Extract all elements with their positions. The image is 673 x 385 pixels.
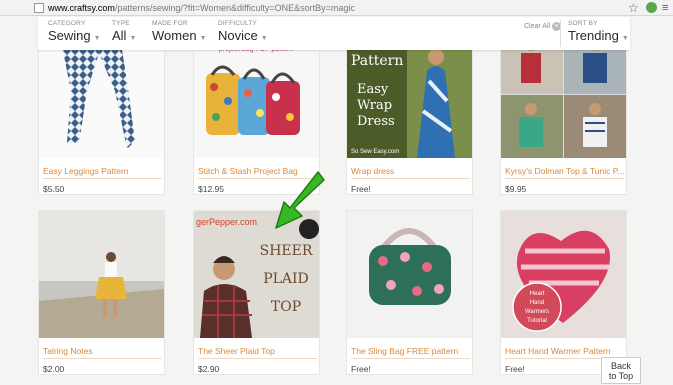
product-title[interactable]: Wrap dress xyxy=(351,166,470,176)
chevron-down-icon: ▼ xyxy=(129,35,137,42)
image-caption: Pattern xyxy=(351,53,403,69)
product-card[interactable]: Heart Hand Warmers Tutorial Heart Hand W… xyxy=(500,210,627,375)
product-title[interactable]: The Sheer Plaid Top xyxy=(198,346,317,356)
product-price: $5.50 xyxy=(43,184,65,194)
made-for-filter[interactable]: MADE FOR Women ▼ xyxy=(152,20,207,45)
product-image[interactable] xyxy=(39,211,164,338)
type-filter[interactable]: TYPE All ▼ xyxy=(112,20,136,45)
image-caption: Easy xyxy=(357,82,389,97)
image-caption: Warmers xyxy=(525,309,549,315)
bookmark-star-icon[interactable]: ☆ xyxy=(628,1,639,15)
browser-address-bar[interactable]: www.craftsy.com/patterns/sewing/?fit=Wom… xyxy=(0,0,673,16)
product-title[interactable]: The Sling Bag FREE pattern xyxy=(351,346,470,356)
image-caption: Hand xyxy=(530,300,544,306)
product-title[interactable]: Heart Hand Warmer Pattern xyxy=(505,346,624,356)
url-text[interactable]: www.craftsy.com/patterns/sewing/?fit=Wom… xyxy=(48,3,355,13)
product-image[interactable]: FREE Pattern Easy Wrap Dress So Sew Easy… xyxy=(347,31,472,158)
product-card[interactable]: Kyrsy's Dolman Top & Tunic P... $9.95 xyxy=(500,30,627,195)
image-caption: Heart xyxy=(530,291,545,297)
product-title[interactable]: Kyrsy's Dolman Top & Tunic P... xyxy=(505,166,624,176)
menu-icon[interactable]: ≡ xyxy=(662,2,668,14)
product-card[interactable]: FREE Pattern Easy Wrap Dress So Sew Easy… xyxy=(346,30,473,195)
chevron-down-icon: ▼ xyxy=(199,35,207,42)
product-card[interactable]: Easy Leggings Pattern $5.50 xyxy=(38,30,165,195)
chevron-down-icon: ▼ xyxy=(260,35,268,42)
product-card[interactable]: Talring Notes $2.00 xyxy=(38,210,165,375)
image-caption: So Sew Easy.com xyxy=(351,149,399,155)
image-caption: PLAID xyxy=(263,271,309,287)
product-price: $12.95 xyxy=(198,184,224,194)
image-caption: Dress xyxy=(357,114,395,129)
image-caption: Tutorial xyxy=(527,318,547,324)
page-icon xyxy=(34,2,44,13)
product-card[interactable]: The Sling Bag FREE pattern Free! xyxy=(346,210,473,375)
divider xyxy=(505,178,624,179)
sort-filter[interactable]: SORT BY Trending ▼ xyxy=(568,20,629,45)
divider xyxy=(198,358,317,359)
divider xyxy=(351,178,470,179)
divider xyxy=(560,20,561,47)
product-title[interactable]: Easy Leggings Pattern xyxy=(43,166,162,176)
product-image[interactable]: project bag PDF pattern xyxy=(194,31,319,158)
product-image[interactable] xyxy=(501,31,626,158)
image-caption: gerPepper.com xyxy=(196,217,257,227)
chevron-down-icon: ▼ xyxy=(93,35,101,42)
product-image[interactable] xyxy=(39,31,164,158)
product-title[interactable]: Talring Notes xyxy=(43,346,162,356)
image-caption: Wrap xyxy=(357,98,392,113)
image-caption: SHEER xyxy=(260,243,313,259)
image-caption: TOP xyxy=(271,299,301,315)
clear-all-button[interactable]: Clear All × xyxy=(524,22,562,31)
product-price: Free! xyxy=(505,364,525,374)
divider xyxy=(351,358,470,359)
chevron-down-icon: ▼ xyxy=(621,35,629,42)
annotation-arrow-icon xyxy=(275,171,325,229)
difficulty-filter[interactable]: DIFFICULTY Novice ▼ xyxy=(218,20,268,45)
back-to-top-button[interactable]: Back to Top xyxy=(601,357,641,384)
filter-bar: CATEGORY Sewing ▼ TYPE All ▼ MADE FOR Wome… xyxy=(38,17,630,50)
product-price: $9.95 xyxy=(505,184,527,194)
product-price: $2.00 xyxy=(43,364,65,374)
divider xyxy=(43,358,162,359)
product-price: Free! xyxy=(351,184,371,194)
product-image[interactable] xyxy=(347,211,472,338)
product-price: $2.90 xyxy=(198,364,220,374)
category-filter[interactable]: CATEGORY Sewing ▼ xyxy=(48,20,101,45)
product-card[interactable]: gerPepper.com SHEER PLAID TOP The Sheer … xyxy=(193,210,320,375)
product-image[interactable]: Heart Hand Warmers Tutorial xyxy=(501,211,626,338)
product-price: Free! xyxy=(351,364,371,374)
extension-icon[interactable] xyxy=(646,2,657,13)
divider xyxy=(43,178,162,179)
